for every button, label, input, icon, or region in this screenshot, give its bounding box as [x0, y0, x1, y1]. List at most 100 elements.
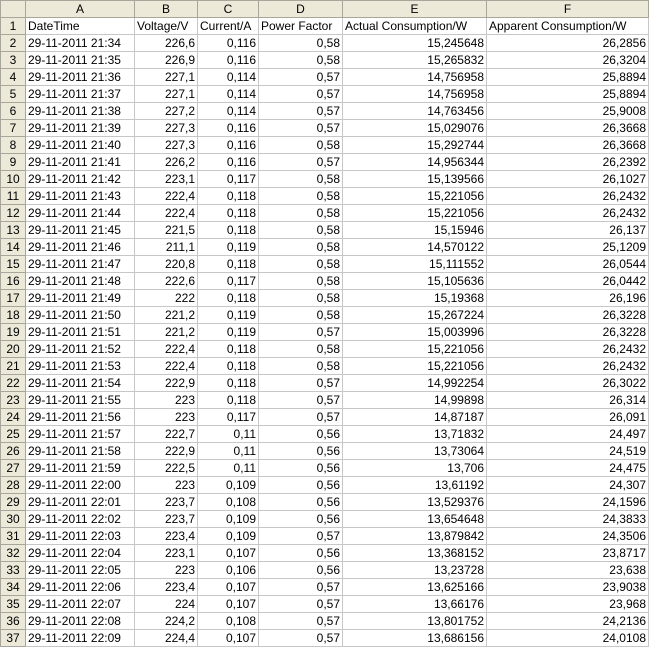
row-header[interactable]: 33: [0, 561, 26, 579]
cell-power-factor[interactable]: 0,57: [258, 323, 343, 341]
cell-current[interactable]: 0,106: [197, 561, 259, 579]
cell-voltage[interactable]: 227,1: [134, 68, 198, 86]
cell-current[interactable]: 0,108: [197, 493, 259, 511]
cell-actual-consumption[interactable]: 14,756958: [342, 68, 487, 86]
cell-actual-consumption[interactable]: 13,61192: [342, 476, 487, 494]
cell-power-factor[interactable]: 0,58: [258, 238, 343, 256]
cell-voltage[interactable]: 227,2: [134, 102, 198, 120]
cell-power-factor[interactable]: 0,56: [258, 544, 343, 562]
cell-apparent-consumption[interactable]: 25,1209: [486, 238, 649, 256]
row-header[interactable]: 20: [0, 340, 26, 358]
cell-power-factor[interactable]: 0,58: [258, 357, 343, 375]
cell-voltage[interactable]: 221,2: [134, 306, 198, 324]
cell-apparent-consumption[interactable]: 26,2432: [486, 204, 649, 222]
cell-actual-consumption[interactable]: 13,654648: [342, 510, 487, 528]
cell-apparent-consumption[interactable]: 24,497: [486, 425, 649, 443]
cell-current[interactable]: 0,119: [197, 306, 259, 324]
row-header[interactable]: 29: [0, 493, 26, 511]
cell-datetime[interactable]: 29-11-2011 22:02: [25, 510, 135, 528]
cell-voltage[interactable]: 224: [134, 595, 198, 613]
row-header[interactable]: 35: [0, 595, 26, 613]
cell-power-factor[interactable]: 0,58: [258, 221, 343, 239]
cell-actual-consumption[interactable]: 15,292744: [342, 136, 487, 154]
cell-voltage[interactable]: 226,6: [134, 34, 198, 52]
row-header[interactable]: 16: [0, 272, 26, 290]
cell-datetime[interactable]: 29-11-2011 22:09: [25, 629, 135, 647]
cell-datetime[interactable]: 29-11-2011 21:39: [25, 119, 135, 137]
cell-actual-consumption[interactable]: 14,756958: [342, 85, 487, 103]
row-header[interactable]: 4: [0, 68, 26, 86]
cell-current[interactable]: 0,109: [197, 510, 259, 528]
cell-power-factor[interactable]: 0,58: [258, 340, 343, 358]
cell-voltage[interactable]: 223,1: [134, 544, 198, 562]
header-cell-power-factor[interactable]: Power Factor: [258, 17, 343, 35]
row-header[interactable]: 3: [0, 51, 26, 69]
cell-voltage[interactable]: 226,2: [134, 153, 198, 171]
cell-actual-consumption[interactable]: 14,99898: [342, 391, 487, 409]
cell-datetime[interactable]: 29-11-2011 21:59: [25, 459, 135, 477]
cell-apparent-consumption[interactable]: 26,2392: [486, 153, 649, 171]
cell-power-factor[interactable]: 0,58: [258, 51, 343, 69]
cell-actual-consumption[interactable]: 14,570122: [342, 238, 487, 256]
cell-current[interactable]: 0,118: [197, 357, 259, 375]
column-header-c[interactable]: C: [197, 0, 259, 18]
row-header[interactable]: 24: [0, 408, 26, 426]
cell-current[interactable]: 0,117: [197, 408, 259, 426]
cell-actual-consumption[interactable]: 14,956344: [342, 153, 487, 171]
cell-power-factor[interactable]: 0,57: [258, 595, 343, 613]
cell-datetime[interactable]: 29-11-2011 21:42: [25, 170, 135, 188]
row-header[interactable]: 19: [0, 323, 26, 341]
cell-current[interactable]: 0,116: [197, 34, 259, 52]
cell-actual-consumption[interactable]: 15,221056: [342, 340, 487, 358]
cell-apparent-consumption[interactable]: 24,2136: [486, 612, 649, 630]
cell-voltage[interactable]: 224,2: [134, 612, 198, 630]
cell-datetime[interactable]: 29-11-2011 22:03: [25, 527, 135, 545]
column-header-e[interactable]: E: [342, 0, 487, 18]
cell-current[interactable]: 0,116: [197, 136, 259, 154]
row-header[interactable]: 8: [0, 136, 26, 154]
cell-apparent-consumption[interactable]: 26,2432: [486, 357, 649, 375]
cell-voltage[interactable]: 220,8: [134, 255, 198, 273]
cell-voltage[interactable]: 223: [134, 476, 198, 494]
cell-power-factor[interactable]: 0,58: [258, 204, 343, 222]
cell-voltage[interactable]: 223,7: [134, 510, 198, 528]
cell-current[interactable]: 0,114: [197, 85, 259, 103]
cell-voltage[interactable]: 226,9: [134, 51, 198, 69]
row-header[interactable]: 2: [0, 34, 26, 52]
cell-actual-consumption[interactable]: 13,879842: [342, 527, 487, 545]
row-header[interactable]: 17: [0, 289, 26, 307]
row-header[interactable]: 9: [0, 153, 26, 171]
cell-power-factor[interactable]: 0,58: [258, 187, 343, 205]
cell-apparent-consumption[interactable]: 23,8717: [486, 544, 649, 562]
cell-apparent-consumption[interactable]: 25,9008: [486, 102, 649, 120]
column-header-f[interactable]: F: [486, 0, 649, 18]
cell-power-factor[interactable]: 0,56: [258, 476, 343, 494]
cell-datetime[interactable]: 29-11-2011 21:35: [25, 51, 135, 69]
cell-apparent-consumption[interactable]: 26,3022: [486, 374, 649, 392]
cell-actual-consumption[interactable]: 15,265832: [342, 51, 487, 69]
cell-voltage[interactable]: 222,9: [134, 374, 198, 392]
cell-voltage[interactable]: 221,5: [134, 221, 198, 239]
cell-voltage[interactable]: 223,1: [134, 170, 198, 188]
row-header[interactable]: 14: [0, 238, 26, 256]
row-header[interactable]: 10: [0, 170, 26, 188]
cell-current[interactable]: 0,109: [197, 527, 259, 545]
row-header[interactable]: 32: [0, 544, 26, 562]
cell-actual-consumption[interactable]: 15,003996: [342, 323, 487, 341]
cell-datetime[interactable]: 29-11-2011 21:54: [25, 374, 135, 392]
cell-voltage[interactable]: 222,5: [134, 459, 198, 477]
column-header-d[interactable]: D: [258, 0, 343, 18]
cell-apparent-consumption[interactable]: 26,3668: [486, 136, 649, 154]
cell-datetime[interactable]: 29-11-2011 22:08: [25, 612, 135, 630]
cell-actual-consumption[interactable]: 13,529376: [342, 493, 487, 511]
cell-datetime[interactable]: 29-11-2011 22:00: [25, 476, 135, 494]
cell-power-factor[interactable]: 0,57: [258, 612, 343, 630]
cell-voltage[interactable]: 227,3: [134, 136, 198, 154]
cell-datetime[interactable]: 29-11-2011 21:46: [25, 238, 135, 256]
cell-current[interactable]: 0,107: [197, 629, 259, 647]
cell-actual-consumption[interactable]: 15,221056: [342, 357, 487, 375]
cell-actual-consumption[interactable]: 13,73064: [342, 442, 487, 460]
row-header[interactable]: 28: [0, 476, 26, 494]
cell-power-factor[interactable]: 0,58: [258, 306, 343, 324]
row-header[interactable]: 27: [0, 459, 26, 477]
